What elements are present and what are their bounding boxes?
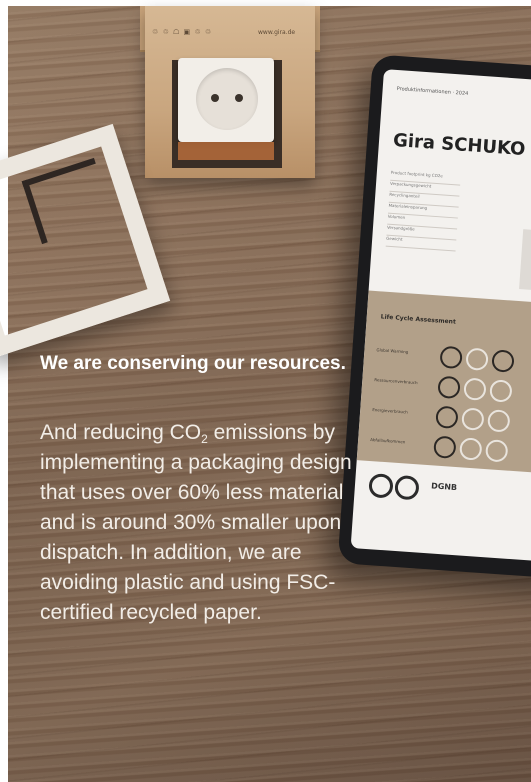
lca-row: Abfallaufkommen (369, 429, 531, 467)
product-image (519, 229, 531, 294)
headline: We are conserving our resources. (40, 353, 346, 374)
left-border (0, 0, 8, 782)
rating-circle-icon (465, 347, 489, 371)
rating-circle-icon (435, 405, 459, 430)
dgnb-badge: DGNB (430, 481, 458, 493)
socket-pin-left (211, 94, 219, 102)
rating-circle-icon (489, 379, 513, 403)
socket-face (196, 68, 258, 130)
lca-row-label: Global Warming (376, 347, 409, 355)
rating-circle-icon (437, 375, 461, 400)
lca-title: Life Cycle Assessment (380, 313, 457, 326)
rating-circle-icon (461, 407, 485, 431)
lca-row-label: Ressourcenverbrauch (374, 377, 418, 386)
lca-panel: Life Cycle Assessment Global Warming Res… (356, 290, 531, 476)
body-prefix: And reducing CO (40, 421, 202, 444)
rating-circle-icon (433, 435, 457, 459)
socket-pin-right (235, 94, 243, 102)
socket-mount (178, 142, 274, 160)
doc-header: Produktinformationen · 2024 (396, 85, 469, 97)
rating-circle-icon (491, 349, 515, 373)
tablet-screen: Produktinformationen · 2024 Gira SCHUKO … (350, 69, 531, 564)
body-text: And reducing CO2 emissions by implementi… (40, 418, 370, 628)
photo-background: ♲ ♲ ☖ ▣ ♲ ♲ www.gira.de Produktinformati… (0, 0, 531, 782)
box-print-icons: ♲ ♲ ☖ ▣ ♲ ♲ (152, 28, 213, 36)
lca-row-label: Energieverbrauch (372, 407, 408, 415)
overlay-copy: We are conserving our resources. And red… (40, 350, 370, 628)
box-print-url: www.gira.de (258, 29, 296, 36)
lca-row-label: Abfallaufkommen (370, 436, 406, 445)
rating-circle-icon (484, 439, 509, 463)
certificate-badge-icon (394, 474, 420, 501)
doc-title: Gira SCHUKO (392, 129, 527, 161)
rating-circle-icon (463, 377, 487, 401)
rating-circle-icon (487, 409, 511, 433)
rating-circle-icon (459, 437, 483, 461)
spec-list: Product footprint kg CO2e Verpackungsgew… (385, 169, 461, 252)
body-subscript: 2 (201, 432, 208, 446)
certificate-badge-icon (368, 473, 394, 499)
body-rest: emissions by implementing a packaging de… (40, 421, 352, 624)
rating-circle-icon (439, 345, 463, 370)
